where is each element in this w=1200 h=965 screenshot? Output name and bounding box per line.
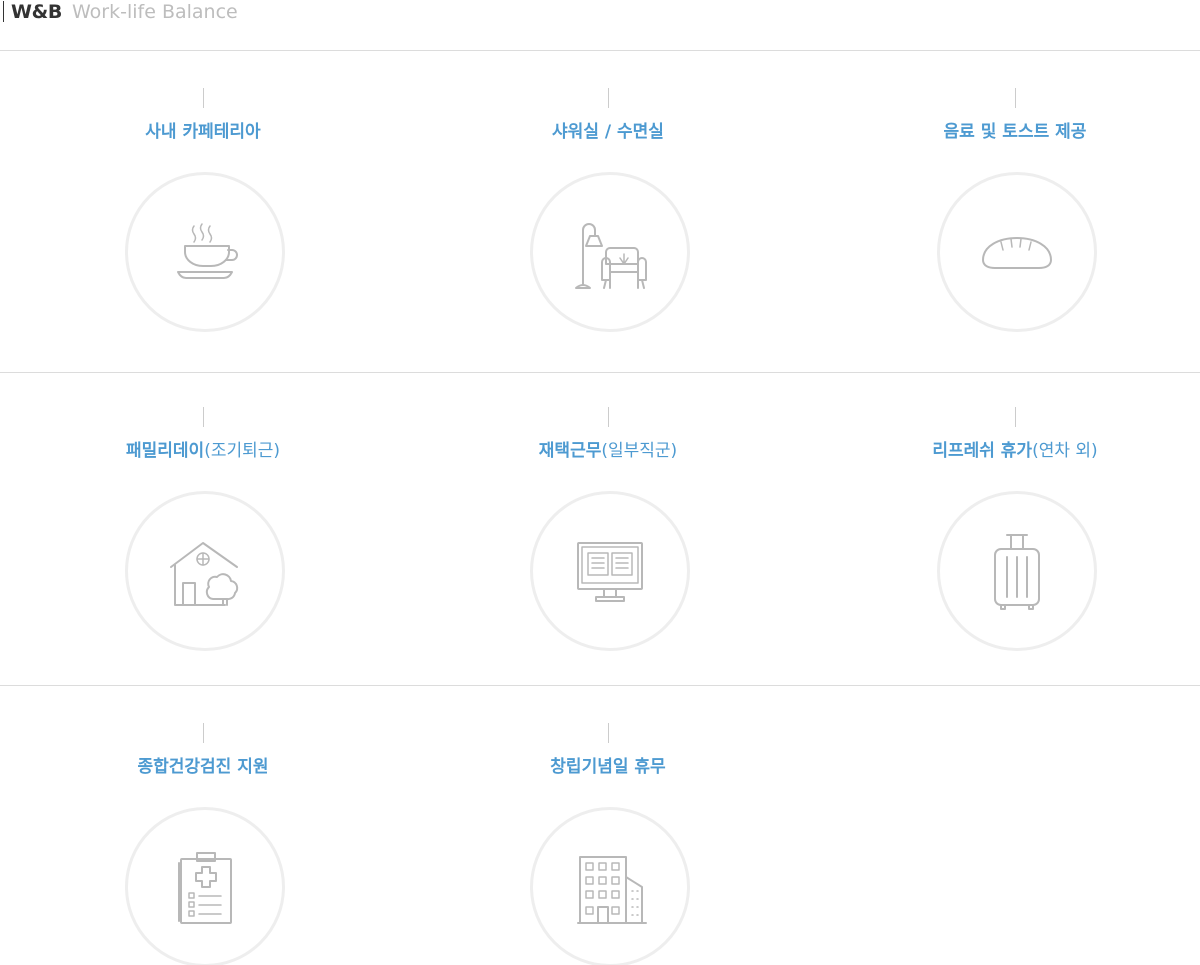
medical-clipboard-icon [178,852,232,924]
house-tree-icon [170,542,239,606]
benefit-item-drinks-toast: 음료 및 토스트 제공 [865,88,1165,338]
suitcase-icon [994,534,1040,610]
section-title: W&B [11,1,63,23]
benefit-item-family-day: 패밀리데이(조기퇴근) [53,407,353,657]
office-building-icon [577,856,647,924]
header-divider [0,50,1200,51]
coffee-cup-icon [177,223,238,279]
icon-circle [937,491,1097,651]
benefit-label: 샤워실 / 수면실 [552,122,664,142]
wb-section: W&B Work-life Balance 사내 카페테리아 샤워실 / 수면실 [0,0,1200,965]
benefit-item-cafeteria: 사내 카페테리아 [53,88,353,338]
benefit-label: 리프레쉬 휴가(연차 외) [932,441,1098,461]
benefit-item-health-check: 종합건강검진 지원 [53,723,353,965]
benefit-label: 창립기념일 휴무 [550,757,666,777]
benefit-item-refresh-leave: 리프레쉬 휴가(연차 외) [865,407,1165,657]
row-divider [0,372,1200,373]
benefit-item-remote-work: 재택근무(일부직군) [458,407,758,657]
icon-circle [125,807,285,965]
item-tick [203,407,204,427]
item-tick [1015,88,1016,108]
benefit-label: 사내 카페테리아 [145,122,261,142]
section-subtitle: Work-life Balance [72,1,238,23]
benefit-label: 패밀리데이(조기퇴근) [125,441,281,461]
icon-circle [937,172,1097,332]
item-tick [203,88,204,108]
lounge-chair-lamp-icon [575,223,647,289]
benefit-label: 종합건강검진 지원 [137,757,269,777]
benefit-item-foundation-day: 창립기념일 휴무 [458,723,758,965]
icon-circle [125,172,285,332]
monitor-book-icon [577,542,643,602]
item-tick [608,88,609,108]
benefit-label: 음료 및 토스트 제공 [943,122,1087,142]
benefit-label: 재택근무(일부직군) [538,441,678,461]
item-tick [608,407,609,427]
icon-circle [530,807,690,965]
icon-circle [530,172,690,332]
bread-icon [982,237,1052,269]
item-tick [1015,407,1016,427]
item-tick [203,723,204,743]
icon-circle [125,491,285,651]
section-header: W&B Work-life Balance [0,0,1200,24]
row-divider [0,685,1200,686]
icon-circle [530,491,690,651]
header-accent-bar [3,1,4,22]
benefit-item-shower-sleep: 샤워실 / 수면실 [458,88,758,338]
item-tick [608,723,609,743]
